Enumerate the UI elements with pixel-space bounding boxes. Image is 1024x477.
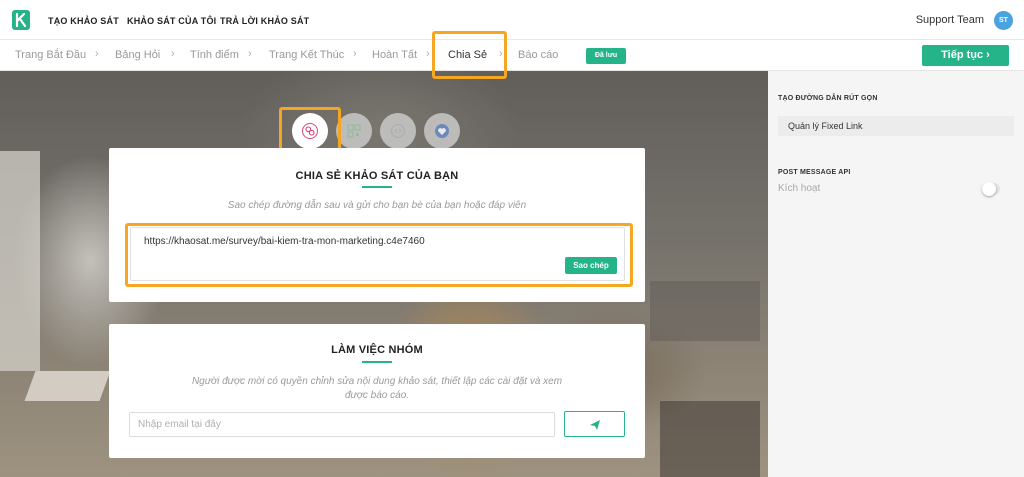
paper-plane-icon <box>590 420 600 430</box>
breadcrumb-separator: › <box>353 48 357 60</box>
background-shape <box>650 281 760 341</box>
nav-answer-surveys[interactable]: TRẢ LỜI KHẢO SÁT <box>220 16 309 26</box>
breadcrumb-separator: › <box>171 48 175 60</box>
step-breadcrumb: Trang Bắt Đầu › Bảng Hỏi › Tính điểm › T… <box>0 41 1024 71</box>
activate-label: Kích hoạt <box>778 183 821 194</box>
share-tab-embed[interactable] <box>380 113 416 149</box>
qr-code-icon <box>347 124 361 138</box>
logo-icon[interactable] <box>12 10 30 30</box>
nav-my-surveys[interactable]: KHẢO SÁT CỦA TÔI <box>127 16 216 26</box>
social-icon <box>435 124 449 138</box>
title-underline <box>362 361 392 363</box>
avatar[interactable]: ST <box>994 11 1013 30</box>
share-card-description: Sao chép đường dẫn sau và gửi cho bạn bè… <box>227 200 527 211</box>
step-report[interactable]: Báo cáo <box>518 49 558 61</box>
settings-panel: TẠO ĐƯỜNG DẪN RÚT GỌN Quản lý Fixed Link… <box>768 71 1024 477</box>
copy-button[interactable]: Sao chép <box>565 257 617 274</box>
team-card: LÀM VIỆC NHÓM Người được mời có quyền ch… <box>109 324 645 458</box>
breadcrumb-separator: › <box>426 48 430 60</box>
fixed-link-manager[interactable]: Quản lý Fixed Link <box>778 116 1014 136</box>
link-icon <box>302 123 318 139</box>
continue-button[interactable]: Tiếp tục › <box>922 45 1009 66</box>
saved-badge: Đã lưu <box>586 48 626 64</box>
step-share[interactable]: Chia Sẻ <box>448 49 487 61</box>
share-link-text[interactable]: https://khaosat.me/survey/bai-kiem-tra-m… <box>144 236 425 247</box>
post-message-api-label: POST MESSAGE API <box>778 169 851 176</box>
step-end-page[interactable]: Trang Kết Thúc <box>269 49 344 61</box>
team-card-description-line1: Người được mời có quyền chỉnh sửa nội du… <box>191 376 563 387</box>
toggle-knob <box>982 182 996 196</box>
share-card: CHIA SẺ KHẢO SÁT CỦA BẠN Sao chép đường … <box>109 148 645 302</box>
embed-icon <box>390 123 406 139</box>
step-questionnaire[interactable]: Bảng Hỏi <box>115 49 160 61</box>
team-card-title: LÀM VIỆC NHÓM <box>331 344 423 356</box>
share-link-box[interactable]: https://khaosat.me/survey/bai-kiem-tra-m… <box>130 227 625 281</box>
top-navbar: TẠO KHẢO SÁT KHẢO SÁT CỦA TÔI TRẢ LỜI KH… <box>0 0 1024 40</box>
user-name[interactable]: Support Team <box>916 14 984 26</box>
breadcrumb-separator: › <box>248 48 252 60</box>
background-shape <box>660 401 760 477</box>
nav-create-survey[interactable]: TẠO KHẢO SÁT <box>48 16 119 26</box>
team-card-description-line2: được báo cáo. <box>344 390 410 401</box>
send-invite-button[interactable] <box>564 411 625 437</box>
title-underline <box>362 186 392 188</box>
share-tab-link[interactable] <box>292 113 328 149</box>
email-input[interactable] <box>129 412 555 437</box>
step-complete[interactable]: Hoàn Tất <box>372 49 417 61</box>
activate-toggle[interactable] <box>982 182 1000 196</box>
background-shape <box>0 151 40 371</box>
background-shape <box>24 371 111 401</box>
breadcrumb-separator: › <box>499 48 503 60</box>
share-tab-social[interactable] <box>424 113 460 149</box>
step-scoring[interactable]: Tính điểm <box>190 49 239 61</box>
step-start-page[interactable]: Trang Bắt Đầu <box>15 49 86 61</box>
share-card-title: CHIA SẺ KHẢO SÁT CỦA BẠN <box>295 170 459 182</box>
short-link-label: TẠO ĐƯỜNG DẪN RÚT GỌN <box>778 95 878 102</box>
breadcrumb-separator: › <box>95 48 99 60</box>
share-tab-qr[interactable] <box>336 113 372 149</box>
